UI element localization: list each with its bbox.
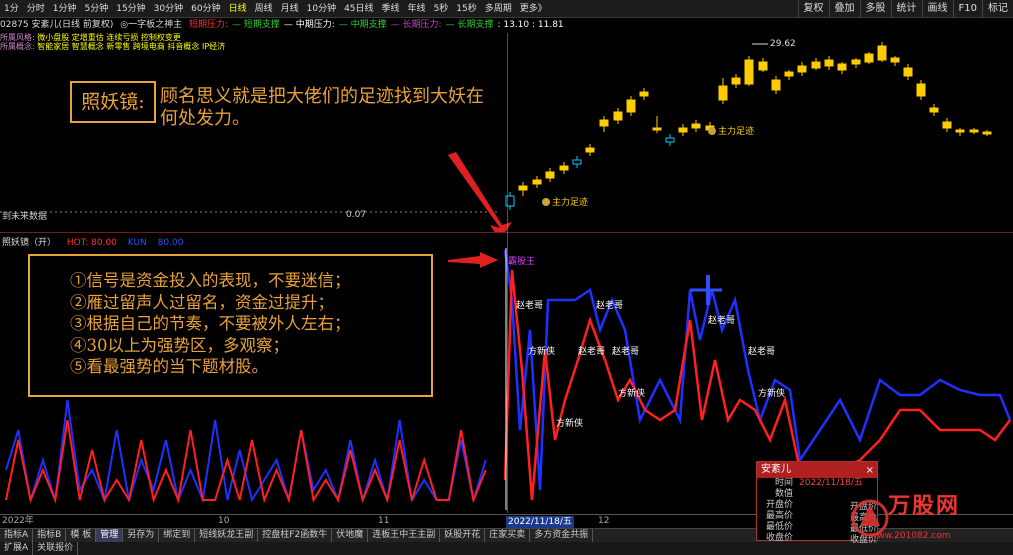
popup-key: 最高价 <box>765 511 793 521</box>
red-signal-line <box>5 419 487 504</box>
extension-tab[interactable]: 扩展A <box>0 542 34 555</box>
popup-value <box>793 489 799 500</box>
indicator-tab[interactable]: 模 板 <box>66 529 97 542</box>
signal-label: 赵老哥 <box>516 299 543 311</box>
popup-value: 2022/11/18/五 <box>799 478 863 488</box>
date-label: 12 <box>598 516 610 526</box>
signal-label: 赵老哥 <box>596 299 623 311</box>
pointer-arrow-icon <box>448 252 498 268</box>
mirror-description: 顾名思义就是把大佬们的足迹找到大妖在何处发力。 <box>160 86 484 129</box>
signal-label: 方新侠 <box>556 417 583 429</box>
popup-key: 收盘价 <box>765 533 793 543</box>
indicator-tab[interactable]: 庄家买卖 <box>485 529 531 542</box>
indicator-tab[interactable]: 管理 <box>96 529 124 542</box>
kun-value: 80.00 <box>157 238 184 248</box>
date-label: 10 <box>218 516 230 526</box>
indicator-tab[interactable]: 多方资金共振 <box>530 529 594 542</box>
close-icon[interactable]: × <box>866 463 874 479</box>
signal-label: 赵老哥 <box>578 345 605 357</box>
hot-value: HOT: 80.00 <box>66 238 117 248</box>
indicator-tab[interactable]: 妖股开花 <box>440 529 486 542</box>
indicator-tab[interactable]: 连板王中王主副 <box>368 529 441 542</box>
date-label: 2022年 <box>2 516 34 526</box>
popup-key: 最低价 <box>765 522 793 532</box>
tips-box: ①信号是资金投入的表现，不要迷信； ②雁过留声人过留名，资金过提升； ③根据自己的节… <box>28 254 433 397</box>
popup-key: 开盘价 <box>765 500 793 510</box>
popup-key: 数值 <box>774 489 793 499</box>
date-label: 11 <box>378 516 390 526</box>
indicator-tab[interactable]: 伏地魔 <box>332 529 369 542</box>
indicator-tab[interactable]: 指标A <box>0 529 34 542</box>
kun-label: KUN <box>127 238 147 248</box>
signal-label: 赵老哥 <box>748 345 775 357</box>
indicator-tab[interactable]: 绑定到 <box>159 529 196 542</box>
tip-line: ③根据自己的节奏，不要被外人左右； <box>70 314 351 333</box>
crosshair-vertical <box>507 33 508 513</box>
popup-value <box>793 522 799 533</box>
signal-label: 霸股王 <box>508 256 535 267</box>
signal-label: 方新侠 <box>528 345 555 357</box>
indicator-panel-title: 照妖镜（开） HOT: 80.00 KUN 80.00 <box>2 235 191 248</box>
popup-header[interactable]: 安紊儿 × <box>757 462 877 478</box>
popup-title: 安紊儿 <box>761 464 791 475</box>
tip-line: ④30以上为强势区，多观察； <box>70 335 289 355</box>
indicator-tab[interactable]: 控盘柱F2函数牛 <box>258 529 333 542</box>
popup-value <box>793 533 799 544</box>
date-cursor-label: 2022/11/18/五 <box>506 516 574 528</box>
indicator-tab[interactable]: 指标B <box>33 529 67 542</box>
indicator-tab[interactable]: 另存为 <box>123 529 160 542</box>
tip-line: ①信号是资金投入的表现，不要迷信； <box>70 271 351 290</box>
signal-label: 方新侠 <box>758 387 785 399</box>
tip-line: ②雁过留声人过留名，资金过提升； <box>70 292 334 312</box>
trading-app: 1分 分时 1分钟 5分钟 15分钟 30分钟 60分钟 日线 周线 月线 10分钟 45日线 季线 年线… <box>0 0 1013 555</box>
mirror-title: 照妖镜: <box>81 91 145 113</box>
indicator-title: 照妖镜（开） <box>2 238 57 248</box>
extension-tab[interactable]: 关联报价 <box>33 542 79 555</box>
popup-value <box>793 500 799 511</box>
popup-key: 时间 <box>774 478 793 488</box>
signal-label: 方新侠 <box>618 387 645 399</box>
watermark-url: www.201082.com <box>870 531 951 541</box>
popup-row: 时间 2022/11/18/五 <box>757 478 877 489</box>
indicator-tab[interactable]: 短线妖龙王副 <box>195 529 259 542</box>
blue-signal-line <box>503 249 1012 491</box>
signal-label: 赵老哥 <box>612 345 639 357</box>
watermark-text: 万股网 <box>888 493 961 519</box>
popup-value <box>793 511 799 522</box>
signal-label: 赵老哥 <box>708 314 735 326</box>
tip-line: ⑤看最强势的当下题材股。 <box>70 357 268 376</box>
mirror-title-box: 照妖镜: <box>70 81 156 123</box>
